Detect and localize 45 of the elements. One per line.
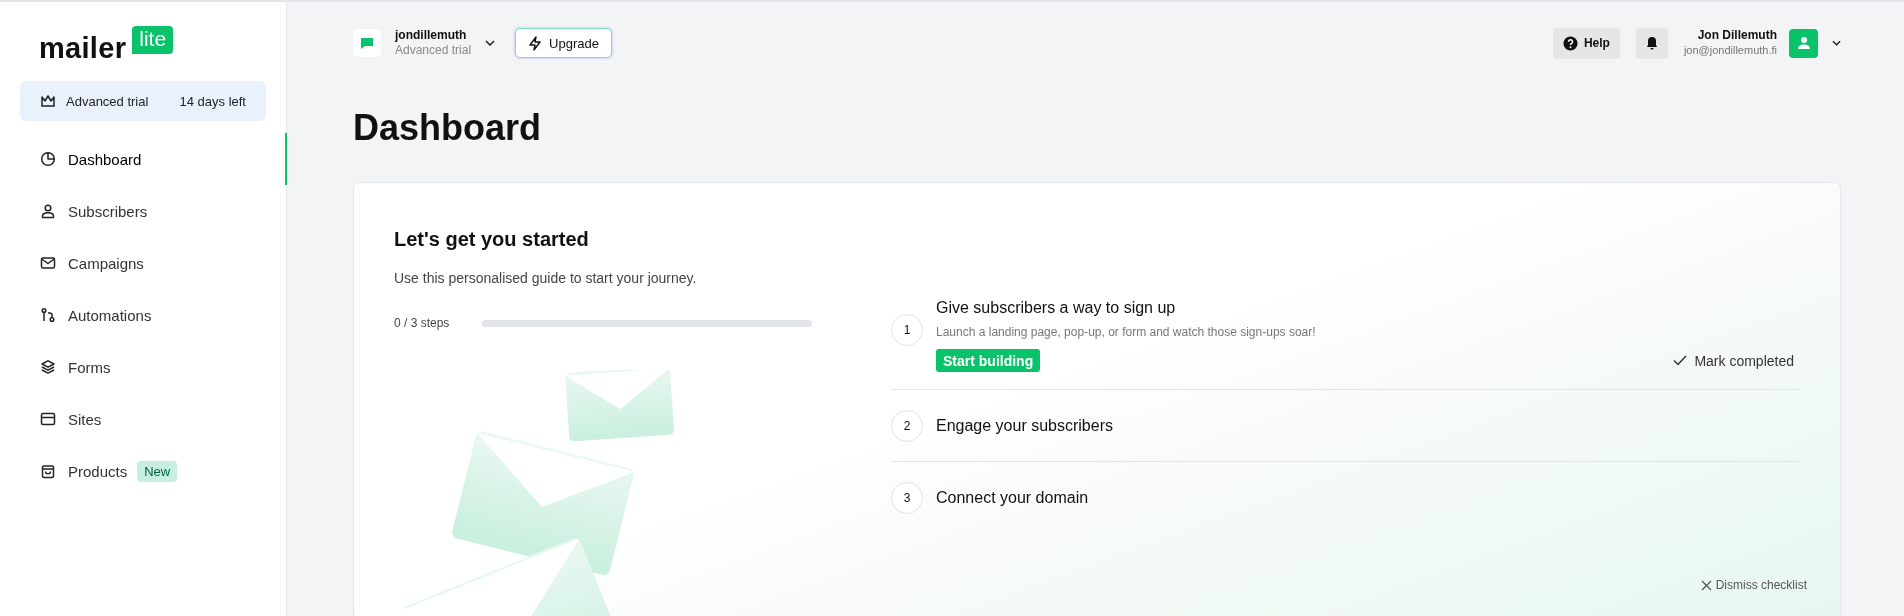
step-number: 3 (891, 482, 923, 514)
account-name: jondillemuth (395, 28, 468, 43)
user-email: jon@jondillemuth.fi (1683, 43, 1777, 58)
bell-icon[interactable] (1635, 27, 1668, 59)
step-title[interactable]: Connect your domain (936, 489, 1800, 507)
help-icon (1562, 35, 1578, 51)
step-number: 2 (891, 409, 923, 442)
page-title: Dashboard (353, 106, 543, 150)
browser-window-icon (40, 411, 56, 427)
logo-wordmark: mailer (39, 32, 127, 65)
person-icon (40, 203, 56, 219)
step-title[interactable]: Engage your subscribers (936, 416, 1800, 435)
upgrade-button[interactable]: Upgrade (515, 28, 612, 58)
envelope-icon (40, 255, 56, 271)
sidebar-item[interactable]: Sites (0, 393, 287, 445)
card-subtitle: Use this personalised guide to start your journey. (394, 270, 698, 286)
sidebar-item[interactable]: Products New (0, 445, 287, 497)
step-description: Launch a landing page, pop-up, or form and watch those sign-ups soar! (936, 325, 1317, 339)
layers-icon (40, 359, 56, 375)
sidebar-item[interactable]: Forms (0, 341, 287, 393)
sidebar-item[interactable]: Automations (0, 289, 287, 341)
branch-icon (40, 307, 56, 323)
logo-tag: lite (132, 26, 174, 54)
help-button[interactable]: Help (1552, 27, 1620, 59)
chevron-down-icon[interactable] (1832, 40, 1841, 46)
chevron-down-icon[interactable] (485, 40, 496, 46)
step-title[interactable]: Give subscribers a way to sign up (936, 299, 1800, 317)
crown-icon (40, 94, 56, 108)
checkmark-icon (1673, 355, 1688, 366)
close-icon (1700, 579, 1712, 591)
lightning-icon (528, 35, 543, 51)
account-plan: Advanced trial (395, 43, 472, 58)
sidebar-item[interactable]: Subscribers (0, 185, 287, 237)
pie-chart-icon (40, 151, 56, 167)
sidebar-item[interactable]: Campaigns (0, 237, 287, 289)
progress-text: 0 / 3 steps (394, 316, 451, 330)
card-title: Let's get you started (394, 228, 590, 252)
new-badge: New (137, 460, 178, 482)
mark-completed-button[interactable]: Mark completed (1673, 352, 1800, 369)
step-number: 1 (891, 314, 923, 346)
dismiss-checklist-button[interactable]: Dismiss checklist (1700, 578, 1807, 592)
sidebar-item[interactable]: Dashboard (0, 133, 287, 185)
user-name: Jon Dillemuth (1696, 28, 1777, 43)
bag-icon (40, 463, 56, 479)
trial-banner[interactable]: Advanced trial 14 days left (20, 81, 266, 121)
